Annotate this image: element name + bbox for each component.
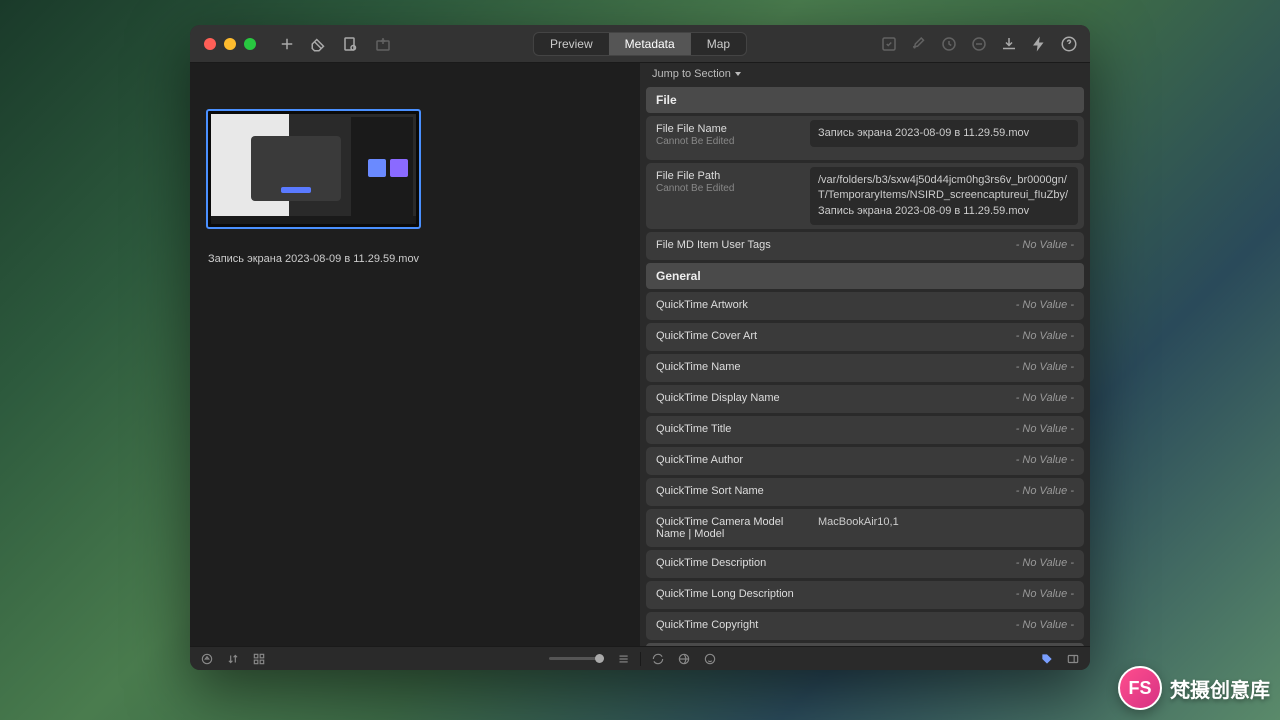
label-file-name: File File Name	[656, 123, 810, 135]
value-qt-coverart: - No Value -	[757, 330, 1074, 342]
row-file-path[interactable]: File File Path Cannot Be Edited /var/fol…	[646, 163, 1084, 229]
view-mode-tabs: Preview Metadata Map	[533, 32, 747, 56]
download-icon[interactable]	[1000, 35, 1018, 53]
value-qt-description: - No Value -	[766, 557, 1074, 569]
traffic-lights	[204, 38, 256, 50]
panel-icon[interactable]	[1066, 652, 1080, 666]
value-user-tags: - No Value -	[771, 239, 1074, 251]
close-button[interactable]	[204, 38, 216, 50]
remove-icon[interactable]	[970, 35, 988, 53]
value-file-name: Запись экрана 2023-08-09 в 11.29.59.mov	[810, 120, 1078, 147]
edit-icon[interactable]	[880, 35, 898, 53]
clock-icon[interactable]	[940, 35, 958, 53]
bolt-icon[interactable]	[1030, 35, 1048, 53]
sort-icon[interactable]	[226, 652, 240, 666]
section-general: General	[646, 263, 1084, 289]
inspect-icon[interactable]	[342, 35, 360, 53]
maximize-button[interactable]	[244, 38, 256, 50]
label-qt-title: QuickTime Title	[656, 423, 731, 435]
watermark-text: 梵摄创意库	[1170, 674, 1270, 703]
label-qt-artwork: QuickTime Artwork	[656, 299, 748, 311]
row-qt-copyright[interactable]: QuickTime Copyright - No Value -	[646, 612, 1084, 640]
label-user-tags: File MD Item User Tags	[656, 239, 771, 251]
watermark: FS 梵摄创意库	[1118, 666, 1270, 710]
metadata-list[interactable]: File File File Name Cannot Be Edited Зап…	[640, 85, 1090, 646]
label-qt-display-name: QuickTime Display Name	[656, 392, 780, 404]
row-qt-sort-name[interactable]: QuickTime Sort Name - No Value -	[646, 478, 1084, 506]
reload-icon[interactable]	[651, 652, 665, 666]
thumbnail-pane: Запись экрана 2023-08-09 в 11.29.59.mov	[190, 63, 640, 646]
app-window: Preview Metadata Map	[190, 25, 1090, 670]
tab-preview[interactable]: Preview	[534, 33, 609, 55]
label-qt-sort-name: QuickTime Sort Name	[656, 485, 764, 497]
value-qt-title: - No Value -	[731, 423, 1074, 435]
section-file: File	[646, 87, 1084, 113]
tab-metadata[interactable]: Metadata	[609, 33, 691, 55]
value-qt-artwork: - No Value -	[748, 299, 1074, 311]
row-qt-author[interactable]: QuickTime Author - No Value -	[646, 447, 1084, 475]
value-qt-long-description: - No Value -	[794, 588, 1074, 600]
tab-map[interactable]: Map	[691, 33, 746, 55]
watermark-badge: FS	[1118, 666, 1162, 710]
row-qt-display-name[interactable]: QuickTime Display Name - No Value -	[646, 385, 1084, 413]
sublabel-cannot-edit: Cannot Be Edited	[656, 183, 810, 194]
geo-icon[interactable]	[677, 652, 691, 666]
row-qt-long-description[interactable]: QuickTime Long Description - No Value -	[646, 581, 1084, 609]
grid-icon[interactable]	[252, 652, 266, 666]
label-qt-name: QuickTime Name	[656, 361, 741, 373]
add-icon[interactable]	[278, 35, 296, 53]
label-qt-long-description: QuickTime Long Description	[656, 588, 794, 600]
minimize-button[interactable]	[224, 38, 236, 50]
value-qt-author: - No Value -	[743, 454, 1074, 466]
bottom-bar	[190, 646, 1090, 670]
export-icon[interactable]	[374, 35, 392, 53]
row-file-name[interactable]: File File Name Cannot Be Edited Запись э…	[646, 116, 1084, 160]
content-area: Запись экрана 2023-08-09 в 11.29.59.mov …	[190, 63, 1090, 646]
row-qt-title[interactable]: QuickTime Title - No Value -	[646, 416, 1084, 444]
value-qt-name: - No Value -	[741, 361, 1074, 373]
value-qt-camera-model: MacBookAir10,1	[810, 516, 1074, 528]
row-qt-coverart[interactable]: QuickTime Cover Art - No Value -	[646, 323, 1084, 351]
label-file-path: File File Path	[656, 170, 810, 182]
titlebar: Preview Metadata Map	[190, 25, 1090, 63]
label-qt-copyright: QuickTime Copyright	[656, 619, 758, 631]
row-qt-name[interactable]: QuickTime Name - No Value -	[646, 354, 1084, 382]
value-qt-sort-name: - No Value -	[764, 485, 1074, 497]
smile-icon[interactable]	[703, 652, 717, 666]
brush-icon[interactable]	[910, 35, 928, 53]
row-qt-artwork[interactable]: QuickTime Artwork - No Value -	[646, 292, 1084, 320]
thumbnail-filename: Запись экрана 2023-08-09 в 11.29.59.mov	[206, 253, 421, 265]
jump-to-section[interactable]: Jump to Section	[640, 63, 1090, 85]
value-file-path: /var/folders/b3/sxw4j50d44jcm0hg3rs6v_br…	[810, 167, 1078, 225]
row-qt-camera-model[interactable]: QuickTime Camera Model Name | Model MacB…	[646, 509, 1084, 547]
row-qt-description[interactable]: QuickTime Description - No Value -	[646, 550, 1084, 578]
value-qt-display-name: - No Value -	[780, 392, 1074, 404]
toolbar-right-icons	[880, 35, 1078, 53]
list-icon[interactable]	[616, 652, 630, 666]
sublabel-cannot-edit: Cannot Be Edited	[656, 136, 810, 147]
row-user-tags[interactable]: File MD Item User Tags - No Value -	[646, 232, 1084, 260]
zoom-slider[interactable]	[549, 657, 604, 660]
label-qt-camera-model: QuickTime Camera Model Name | Model	[656, 516, 810, 540]
help-icon[interactable]	[1060, 35, 1078, 53]
metadata-pane: Jump to Section File File File Name Cann…	[640, 63, 1090, 646]
thumbnail-item[interactable]: Запись экрана 2023-08-09 в 11.29.59.mov	[206, 109, 421, 265]
toolbar-left-icons	[278, 35, 392, 53]
thumbnail-image	[206, 109, 421, 229]
erase-icon[interactable]	[310, 35, 328, 53]
nav-icon[interactable]	[200, 652, 214, 666]
value-qt-copyright: - No Value -	[758, 619, 1074, 631]
label-qt-description: QuickTime Description	[656, 557, 766, 569]
label-qt-coverart: QuickTime Cover Art	[656, 330, 757, 342]
label-qt-author: QuickTime Author	[656, 454, 743, 466]
tag-icon[interactable]	[1040, 652, 1054, 666]
